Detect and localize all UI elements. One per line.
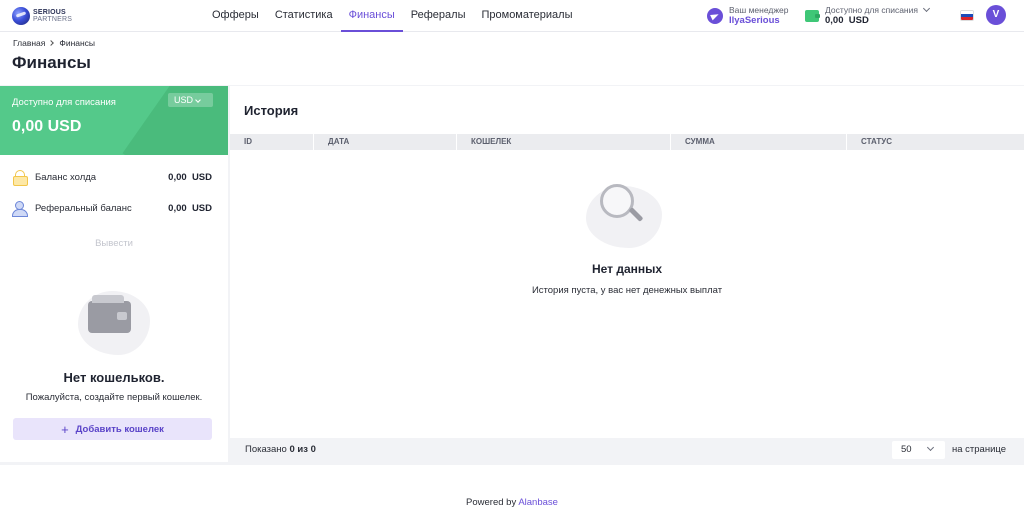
history-panel: История ID ДАТА КОШЕЛЕК СУММА СТАТУС Нет… <box>230 86 1024 462</box>
nav-offers[interactable]: Офферы <box>204 0 267 32</box>
wallet-icon <box>805 9 820 22</box>
nav-referrals[interactable]: Рефералы <box>403 0 474 32</box>
header-balance-dropdown[interactable]: Доступно для списания 0,00 USD <box>805 4 931 26</box>
nav-finance[interactable]: Финансы <box>340 0 403 32</box>
hold-balance-label: Баланс холда <box>35 171 97 183</box>
hold-balance-value: 0,00 USD <box>168 171 212 183</box>
available-balance-amount: 0,00 USD <box>12 118 82 135</box>
chevron-down-icon <box>926 443 934 452</box>
currency-select[interactable]: USD <box>168 93 213 107</box>
header-balance-label: Доступно для списания <box>825 5 918 15</box>
referral-icon <box>12 201 28 217</box>
chevron-down-icon <box>195 97 201 103</box>
logo-line2: PARTNERS <box>33 16 73 23</box>
no-wallets-title: Нет кошельков. <box>63 370 165 385</box>
lock-icon <box>12 170 28 186</box>
balance-panel: Доступно для списания 0,00 USD USD Балан… <box>0 86 228 462</box>
page-title: Финансы <box>12 53 91 72</box>
logo-mark-icon <box>12 7 30 25</box>
column-date[interactable]: ДАТА <box>314 134 457 150</box>
column-amount[interactable]: СУММА <box>671 134 847 150</box>
add-wallet-label: Добавить кошелек <box>75 423 164 435</box>
manager-name[interactable]: IlyaSerious <box>729 15 788 26</box>
nav-promo[interactable]: Промоматериалы <box>473 0 580 32</box>
breadcrumb-home[interactable]: Главная <box>13 38 45 48</box>
referral-balance-value: 0,00 USD <box>168 202 212 214</box>
no-data-subtitle: История пуста, у вас нет денежных выплат <box>531 285 723 296</box>
no-data-title: Нет данных <box>591 262 663 276</box>
magnifier-icon <box>600 184 634 218</box>
logo-line1: SERIOUS <box>33 9 66 16</box>
column-id[interactable]: ID <box>230 134 314 150</box>
history-title: История <box>244 103 299 118</box>
add-wallet-button[interactable]: + Добавить кошелек <box>13 418 212 440</box>
manager-contact[interactable]: Ваш менеджер IlyaSerious <box>707 5 788 26</box>
main-nav: Офферы Статистика Финансы Рефералы Промо… <box>204 0 580 32</box>
nav-statistics[interactable]: Статистика <box>267 0 341 32</box>
breadcrumb-current: Финансы <box>59 38 96 48</box>
shown-count: Показано 0 из 0 <box>245 444 316 455</box>
powered-by: Powered by Alanbase <box>466 497 558 508</box>
page-header: Главная Финансы Финансы <box>0 32 1024 85</box>
plus-icon: + <box>61 421 69 437</box>
manager-label: Ваш менеджер <box>729 5 789 15</box>
table-footer: Показано 0 из 0 50 на странице <box>230 438 1024 462</box>
russia-flag-icon[interactable] <box>960 10 974 21</box>
column-wallet[interactable]: КОШЕЛЕК <box>457 134 671 150</box>
available-balance-label: Доступно для списания <box>12 97 116 108</box>
per-page-label: на странице <box>952 444 1007 455</box>
referral-balance-label: Реферальный баланс <box>35 202 132 214</box>
breadcrumb: Главная Финансы <box>13 38 95 48</box>
no-wallets-subtitle: Пожалуйста, создайте первый кошелек. <box>25 392 203 403</box>
logo[interactable]: SERIOUS PARTNERS <box>12 5 78 27</box>
referral-balance-row: Реферальный баланс 0,00 USD <box>12 200 212 217</box>
history-table-header: ID ДАТА КОШЕЛЕК СУММА СТАТУС <box>230 134 1024 150</box>
header-balance-value: 0,00 USD <box>825 15 869 26</box>
chevron-down-icon <box>922 4 931 13</box>
page-footer: Powered by Alanbase <box>0 465 1024 512</box>
chevron-right-icon <box>48 40 55 46</box>
telegram-icon <box>707 7 723 24</box>
user-avatar[interactable]: V <box>986 5 1006 25</box>
column-status[interactable]: СТАТУС <box>847 134 1024 150</box>
available-balance-card: Доступно для списания 0,00 USD USD <box>0 86 228 155</box>
withdraw-button[interactable]: Вывести <box>0 238 228 249</box>
alanbase-link[interactable]: Alanbase <box>518 497 558 508</box>
hold-balance-row: Баланс холда 0,00 USD <box>12 169 212 186</box>
empty-wallet-icon <box>88 295 131 333</box>
top-navbar: SERIOUS PARTNERS Офферы Статистика Финан… <box>0 0 1024 32</box>
per-page-select[interactable]: 50 <box>892 441 945 459</box>
